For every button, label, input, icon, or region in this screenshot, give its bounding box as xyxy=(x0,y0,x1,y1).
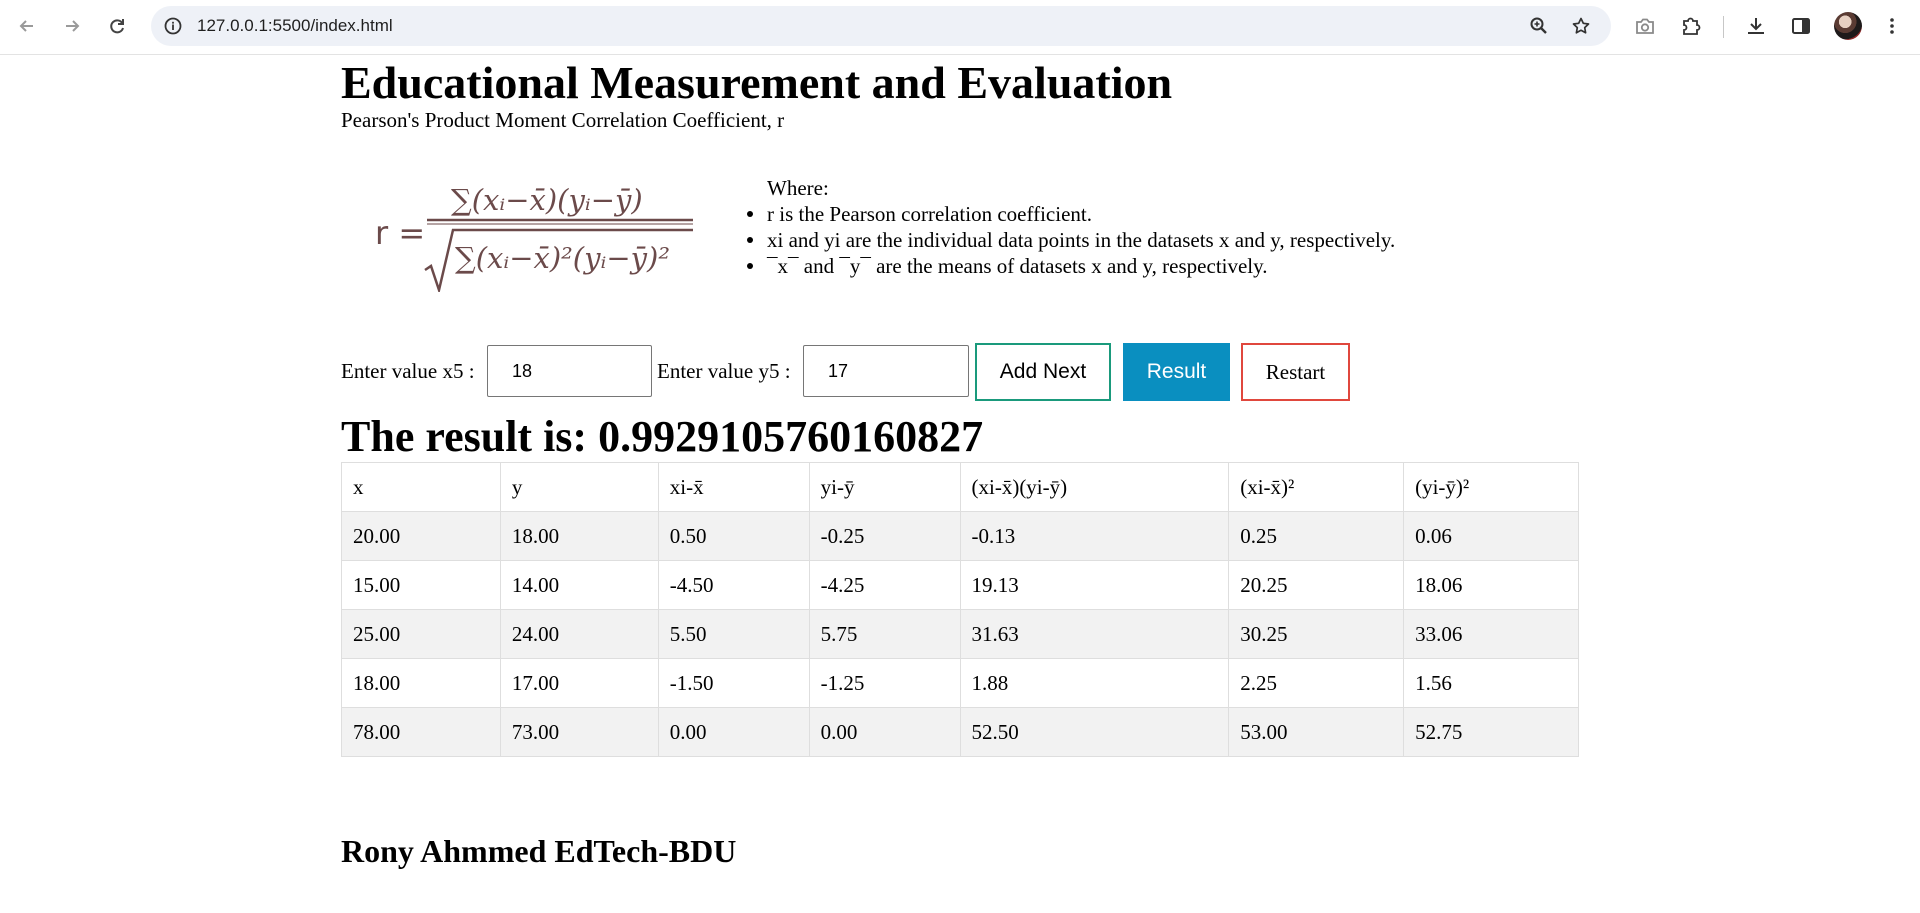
table-cell: 1.88 xyxy=(959,658,1230,708)
table-cell: -4.25 xyxy=(808,560,961,610)
table-row: 78.00 73.00 0.00 0.00 52.50 53.00 52.75 xyxy=(341,707,1579,757)
restart-button[interactable]: Restart xyxy=(1241,343,1350,401)
column-header-x: x xyxy=(341,462,501,512)
table-cell: -1.25 xyxy=(808,658,961,708)
table-cell: 24.00 xyxy=(499,609,659,659)
table-cell: 18.00 xyxy=(499,511,659,561)
column-header-x-deviation: xi-x̄ xyxy=(657,462,810,512)
pearson-formula-image: r = ∑(xᵢ−x̄)(yᵢ−ȳ) ∑(xᵢ−x̄)²(yᵢ−ȳ)² xyxy=(375,183,693,292)
table-cell: 73.00 xyxy=(499,707,659,757)
where-item: xi and yi are the individual data points… xyxy=(746,228,1396,252)
bookmark-star-icon[interactable] xyxy=(1571,16,1591,36)
extensions-icon[interactable] xyxy=(1679,14,1703,38)
table-cell: -0.13 xyxy=(959,511,1230,561)
table-cell: 0.25 xyxy=(1228,511,1405,561)
table-cell: -4.50 xyxy=(657,560,810,610)
table-cell: -1.50 xyxy=(657,658,810,708)
result-heading: The result is: 0.9929105760160827 xyxy=(341,412,984,461)
camera-icon[interactable] xyxy=(1633,14,1657,38)
y-value-label: Enter value y5 : xyxy=(657,359,791,383)
add-next-button[interactable]: Add Next xyxy=(975,343,1111,401)
table-cell: 0.00 xyxy=(808,707,961,757)
table-row: 20.00 18.00 0.50 -0.25 -0.13 0.25 0.06 xyxy=(341,511,1579,561)
table-cell: 18.06 xyxy=(1403,560,1579,610)
table-cell: 5.50 xyxy=(657,609,810,659)
more-menu-icon[interactable] xyxy=(1880,14,1904,38)
table-cell: -0.25 xyxy=(808,511,961,561)
table-cell: 0.00 xyxy=(657,707,810,757)
download-icon[interactable] xyxy=(1744,14,1768,38)
formula-lhs: r = xyxy=(375,214,425,252)
where-heading: Where: xyxy=(767,176,829,200)
y-value-input[interactable] xyxy=(803,345,969,397)
table-cell: 19.13 xyxy=(959,560,1230,610)
table-cell: 30.25 xyxy=(1228,609,1405,659)
back-icon[interactable] xyxy=(11,10,43,42)
table-cell: 52.75 xyxy=(1403,707,1579,757)
table-cell: 0.50 xyxy=(657,511,810,561)
x-value-label: Enter value x5 : xyxy=(341,359,475,383)
formula-denominator: ∑(xᵢ−x̄)²(yᵢ−ȳ)² xyxy=(455,241,670,275)
url-text[interactable]: 127.0.0.1:5500/index.html xyxy=(197,16,393,36)
formula-numerator: ∑(xᵢ−x̄)(yᵢ−ȳ) xyxy=(451,183,643,217)
table-cell: 20.25 xyxy=(1228,560,1405,610)
side-panel-icon[interactable] xyxy=(1789,14,1813,38)
column-header-x-squared: (xi-x̄)² xyxy=(1228,462,1405,512)
table-cell: 15.00 xyxy=(341,560,501,610)
reload-icon[interactable] xyxy=(101,10,133,42)
zoom-icon[interactable] xyxy=(1529,16,1549,36)
table-cell: 14.00 xyxy=(499,560,659,610)
x-value-input[interactable] xyxy=(487,345,652,397)
column-header-product: (xi-x̄)(yi-ȳ) xyxy=(959,462,1230,512)
table-cell: 53.00 xyxy=(1228,707,1405,757)
table-cell: 52.50 xyxy=(959,707,1230,757)
table-cell: 1.56 xyxy=(1403,658,1579,708)
calculation-table: x y xi-x̄ yi-ȳ (xi-x̄)(yi-ȳ) (xi-x̄)² (y… xyxy=(341,462,1579,757)
column-header-y-squared: (yi-ȳ)² xyxy=(1403,462,1579,512)
table-cell: 17.00 xyxy=(499,658,659,708)
table-cell: 5.75 xyxy=(808,609,961,659)
where-item: r is the Pearson correlation coefficient… xyxy=(746,201,1395,227)
table-row: 18.00 17.00 -1.50 -1.25 1.88 2.25 1.56 xyxy=(341,658,1579,708)
table-cell: 33.06 xyxy=(1403,609,1579,659)
result-button[interactable]: Result xyxy=(1123,343,1230,401)
table-cell: 2.25 xyxy=(1228,658,1405,708)
address-bar[interactable]: 127.0.0.1:5500/index.html xyxy=(151,6,1611,46)
table-cell: 0.06 xyxy=(1403,511,1579,561)
where-item: ¯x¯ and ¯y¯ are the means of datasets x … xyxy=(746,253,1395,279)
browser-toolbar: 127.0.0.1:5500/index.html xyxy=(0,0,1920,55)
table-cell: 25.00 xyxy=(341,609,501,659)
formula-legend: Where: r is the Pearson correlation coef… xyxy=(746,175,1396,279)
forward-icon[interactable] xyxy=(56,10,88,42)
table-cell: 31.63 xyxy=(959,609,1230,659)
page-title: Educational Measurement and Evaluation xyxy=(341,57,1173,108)
site-info-icon[interactable] xyxy=(163,16,183,36)
page-subtitle: Pearson's Product Moment Correlation Coe… xyxy=(341,108,785,132)
table-row: 25.00 24.00 5.50 5.75 31.63 30.25 33.06 xyxy=(341,609,1579,659)
table-row: 15.00 14.00 -4.50 -4.25 19.13 20.25 18.0… xyxy=(341,560,1579,610)
toolbar-divider xyxy=(1723,16,1724,38)
column-header-y: y xyxy=(499,462,659,512)
profile-avatar[interactable] xyxy=(1834,12,1862,40)
table-cell: 20.00 xyxy=(341,511,501,561)
table-cell: 78.00 xyxy=(341,707,501,757)
footer-credit: Rony Ahmmed EdTech-BDU xyxy=(341,833,737,869)
where-list: r is the Pearson correlation coefficient… xyxy=(746,201,1396,279)
column-header-y-deviation: yi-ȳ xyxy=(808,462,961,512)
table-cell: 18.00 xyxy=(341,658,501,708)
table-header-row: x y xi-x̄ yi-ȳ (xi-x̄)(yi-ȳ) (xi-x̄)² (y… xyxy=(341,462,1579,512)
